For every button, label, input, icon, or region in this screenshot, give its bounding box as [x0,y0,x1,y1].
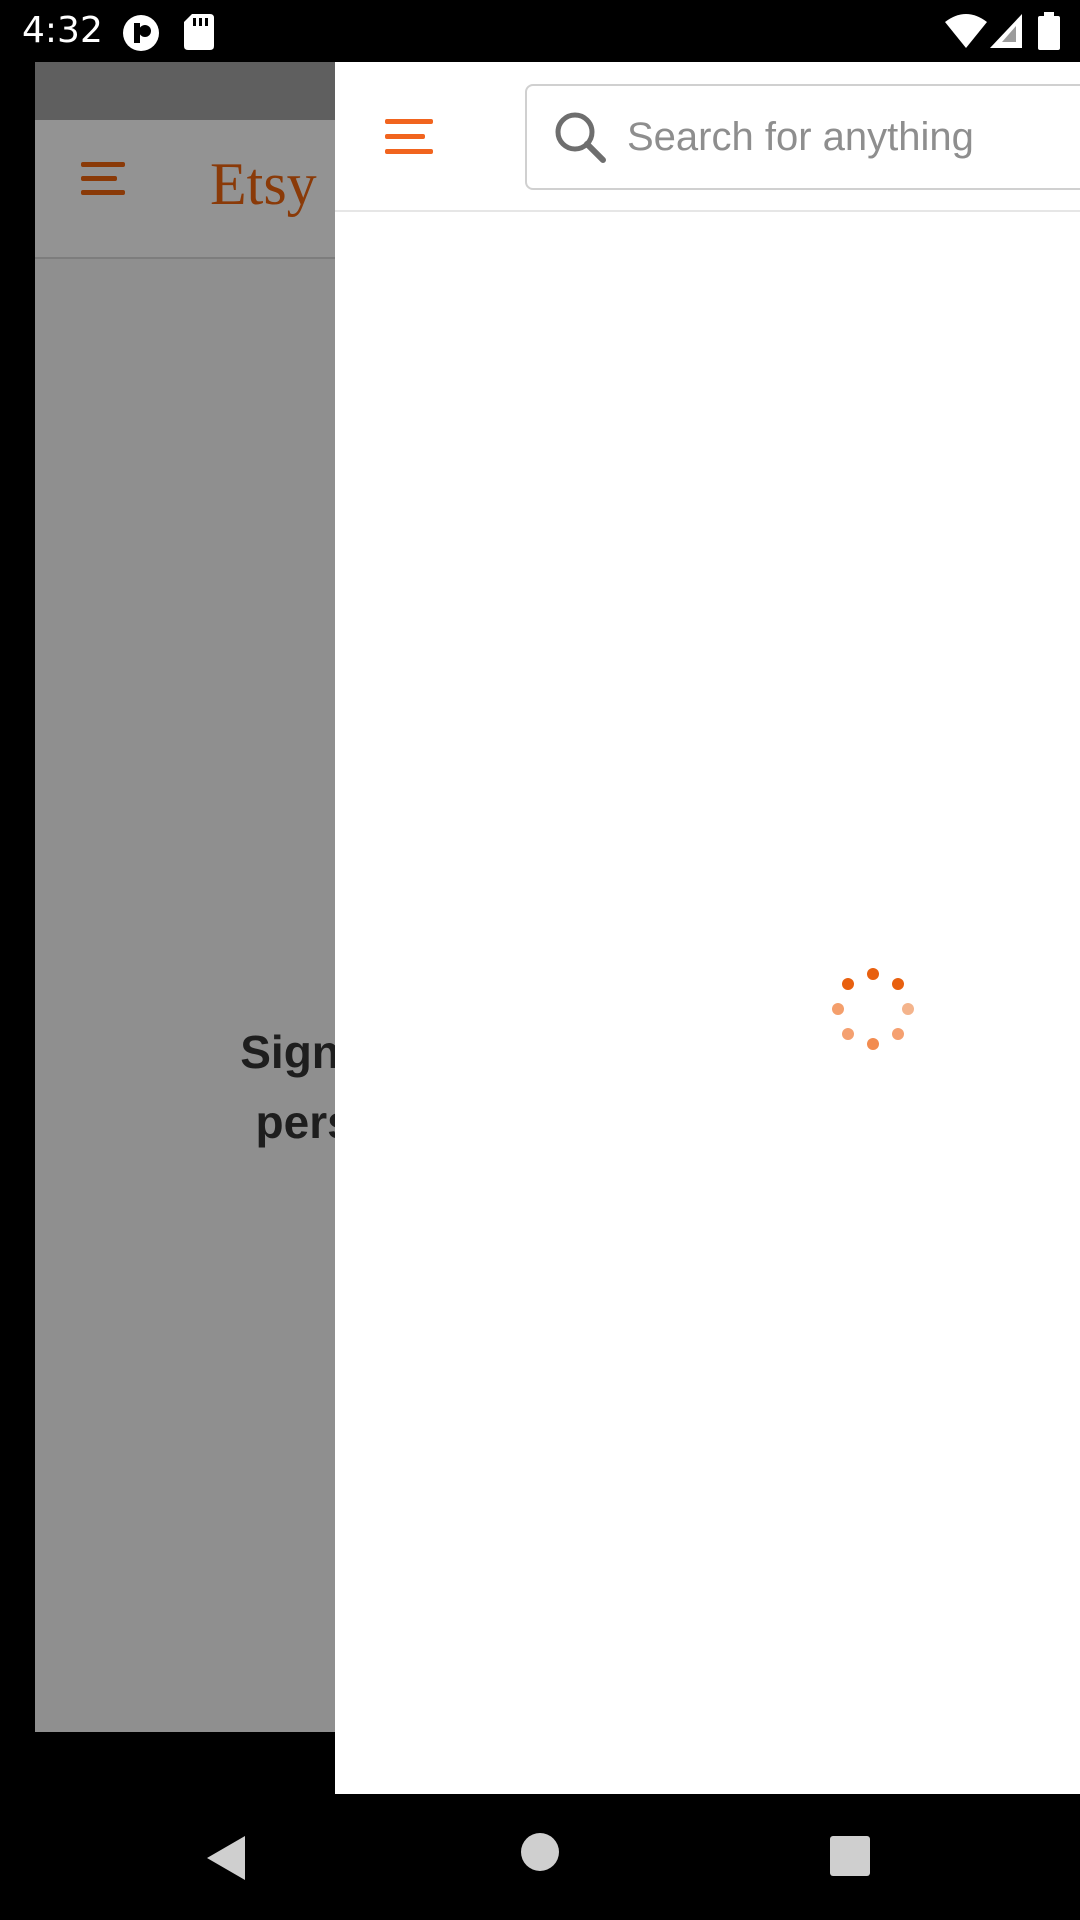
home-icon[interactable] [520,1832,560,1872]
back-icon[interactable] [205,1834,249,1882]
signin-prompt-line1: Sign in to [240,1026,335,1078]
signin-prompt: Sign in to persona [35,1017,335,1157]
search-header [335,62,1080,212]
search-box[interactable] [525,84,1080,190]
background-page: Etsy Sign in to persona [35,62,335,1732]
cell-signal-icon [990,14,1022,48]
background-toolbar: Etsy [35,120,335,259]
battery-icon [1038,12,1060,50]
menu-icon[interactable] [385,117,435,157]
menu-icon[interactable] [81,160,127,198]
search-input[interactable] [627,86,1080,188]
wifi-icon [945,14,987,48]
cloud-app-icon [123,15,159,51]
etsy-logo: Etsy [210,151,317,217]
search-icon [555,112,606,163]
status-bar: 4:32 [0,0,1080,62]
navigation-bar [0,1794,1080,1920]
search-page [335,62,1080,1794]
signin-prompt-line2: persona [255,1096,335,1148]
status-time: 4:32 [22,10,103,51]
sd-card-icon [184,14,214,50]
background-top-strip [35,62,335,120]
recents-icon[interactable] [830,1836,870,1876]
loading-spinner-icon [832,968,914,1050]
